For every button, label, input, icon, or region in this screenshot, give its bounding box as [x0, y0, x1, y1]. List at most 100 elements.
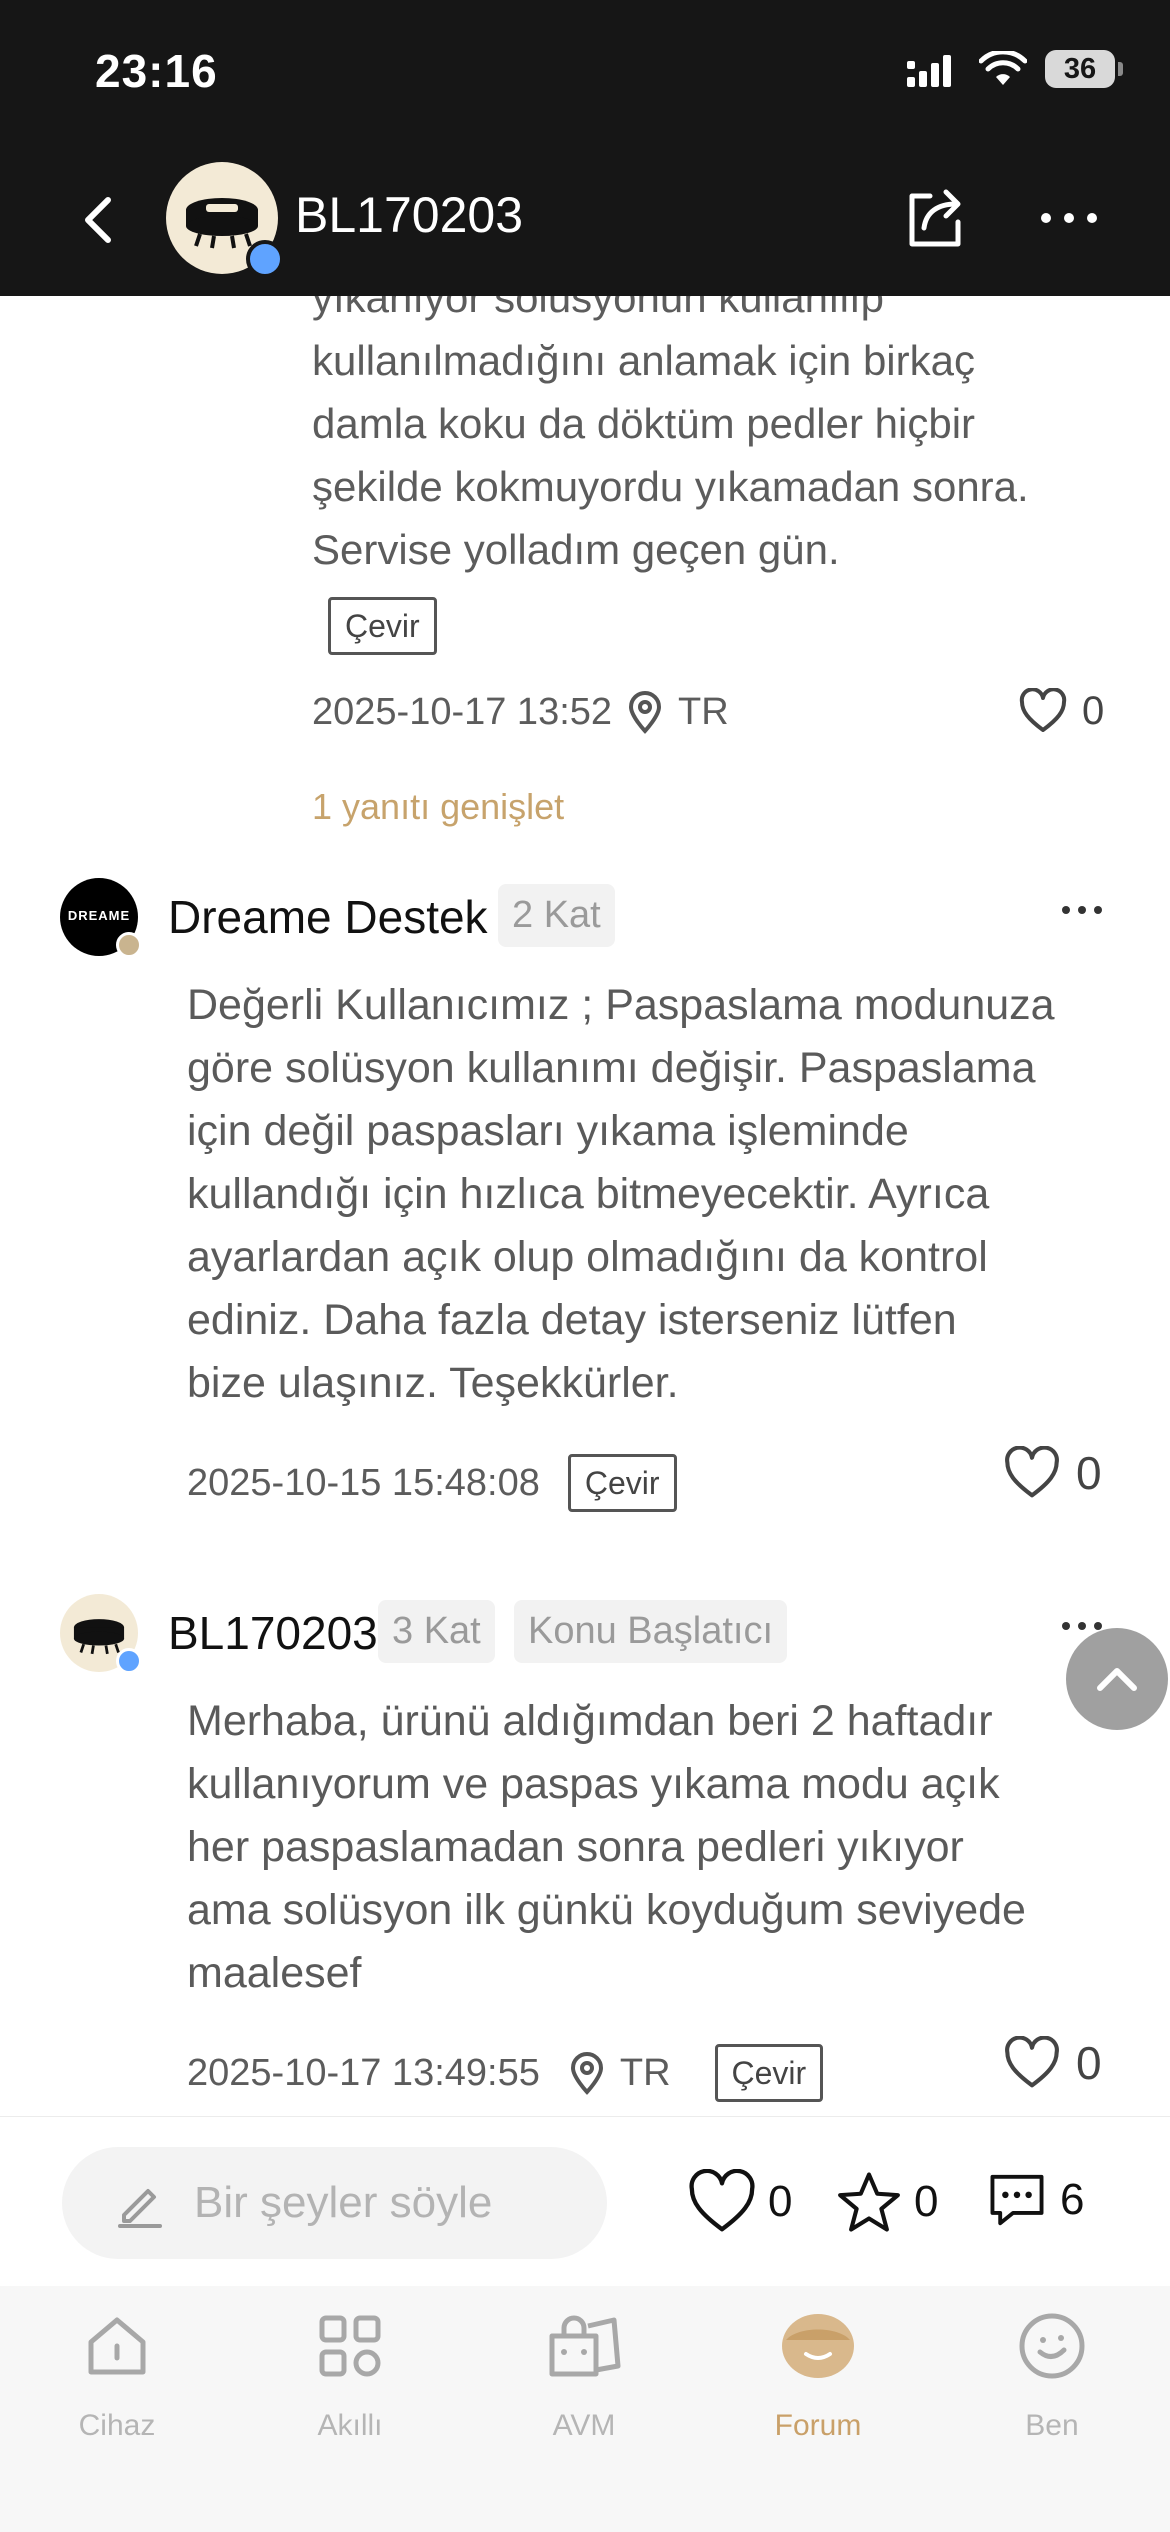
floor-tag: 2 Kat [498, 884, 615, 947]
tab-avm[interactable]: AVM [504, 2306, 664, 2443]
comment-line: bize ulaşınız. Teşekkürler. [187, 1359, 679, 1407]
battery-level: 36 [1063, 52, 1097, 85]
translate-button[interactable]: Çevir [328, 597, 437, 655]
comment-meta: 2025-10-15 15:48:08 Çevir [187, 1454, 677, 1512]
comment-line: maalesef [187, 1949, 362, 1997]
comment-line: Değerli Kullanıcımız ; Paspaslama modunu… [187, 981, 1055, 1029]
profile-smile-icon [1019, 2313, 1085, 2379]
comment-bubble-icon [990, 2174, 1044, 2226]
post-like-button[interactable]: 0 [686, 2169, 792, 2235]
cellular-signal-icon [907, 55, 951, 87]
heart-icon [689, 2169, 755, 2232]
comment-date: 2025-10-15 15:48:08 [187, 1461, 540, 1504]
grid-icon [319, 2315, 381, 2377]
comment-line: göre solüsyon kullanımı değişir. Paspasl… [187, 1044, 1036, 1092]
tab-label: AVM [552, 2409, 616, 2442]
comment-input[interactable]: Bir şeyler söyle [62, 2147, 607, 2259]
comment-input-placeholder: Bir şeyler söyle [194, 2178, 493, 2227]
comment-line: kullandığı için hızlıca bitmeyecektir. A… [187, 1170, 990, 1218]
comment-line: her paspaslamadan sonra pedleri yıkıyor [187, 1823, 964, 1871]
status-time: 23:16 [95, 45, 218, 97]
reply-like-count: 0 [1082, 688, 1105, 733]
verified-badge-icon [116, 1648, 142, 1674]
header-username[interactable]: BL170203 [295, 186, 523, 244]
chevron-left-icon [85, 197, 111, 243]
tab-forum[interactable]: Forum [738, 2306, 898, 2443]
verified-badge-icon [246, 240, 284, 278]
reply-line: yıkanıyor solüsyonun kullanılıp [312, 296, 884, 321]
comment-location: TR [619, 2051, 671, 2094]
reply-text: yıkanıyor solüsyonun kullanılıp kullanıl… [312, 296, 1122, 655]
pencil-icon [118, 2189, 162, 2228]
comment-line: ama solüsyon ilk günkü koyduğum seviyede [187, 1886, 1026, 1934]
reply-line: kullanılmadığını anlamak için birkaç [312, 337, 975, 384]
comment-like-button[interactable]: 0 [1002, 2036, 1102, 2090]
reply-location: TR [678, 690, 729, 733]
bottom-tab-bar: Cihaz Akıllı AVM Forum Ben [0, 2286, 1170, 2532]
battery-indicator: 36 [1045, 50, 1123, 88]
chevron-up-icon [1097, 1668, 1137, 1691]
share-icon [909, 189, 961, 247]
thread-content[interactable]: yıkanıyor solüsyonun kullanılıp kullanıl… [0, 296, 1170, 2116]
scroll-to-top-button[interactable] [1066, 1628, 1168, 1730]
more-options-button[interactable] [1038, 198, 1100, 238]
header-avatar[interactable] [166, 162, 284, 278]
nav-bar: BL170203 [0, 160, 1170, 280]
tab-label: Cihaz [78, 2409, 156, 2442]
shopping-bag-icon [549, 2315, 621, 2377]
comment-text: Merhaba, ürünü aldığımdan beri 2 haftadı… [187, 1690, 1117, 2005]
user-avatar[interactable] [60, 1594, 142, 1674]
star-icon [838, 2172, 900, 2232]
tab-cihaz[interactable]: Cihaz [37, 2306, 197, 2443]
reply-meta: 2025-10-17 13:52 TR [312, 690, 729, 734]
share-button[interactable] [900, 182, 970, 252]
home-icon [88, 2317, 146, 2375]
heart-icon [1005, 2036, 1059, 2088]
floor-tag: 3 Kat [378, 1600, 495, 1663]
comment-like-button[interactable]: 0 [1002, 1446, 1102, 1500]
translate-button[interactable]: Çevir [714, 2044, 824, 2102]
reply-line: Servise yolladım geçen gün. [312, 526, 840, 573]
official-badge-icon [116, 932, 142, 958]
comment-line: ayarlardan açık olup olmadığını da kontr… [187, 1233, 988, 1281]
comment-date: 2025-10-17 13:49:55 [187, 2051, 540, 2094]
comment-like-count: 0 [1076, 1447, 1102, 1499]
reply-line: şekilde kokmuyordu yıkamadan sonra. [312, 463, 1029, 510]
back-button[interactable] [70, 190, 130, 250]
post-favorite-count: 0 [914, 2177, 939, 2226]
reply-line: damla koku da döktüm pedler hiçbir [312, 400, 976, 447]
comment-line: kullanıyorum ve paspas yıkama modu açık [187, 1760, 1000, 1808]
location-pin-icon [629, 691, 662, 734]
reply-date: 2025-10-17 13:52 [312, 690, 613, 733]
heart-icon [1019, 688, 1067, 732]
reply-like-button[interactable]: 0 [1018, 688, 1104, 734]
tab-label: Forum [774, 2409, 862, 2442]
avatar-logo-text: DREAME [67, 908, 131, 923]
comment-line: ediniz. Daha fazla detay isterseniz lütf… [187, 1296, 957, 1344]
heart-icon [1005, 1446, 1059, 1498]
post-comment-count: 6 [1060, 2175, 1085, 2224]
wifi-icon [979, 51, 1027, 85]
post-like-count: 0 [768, 2177, 793, 2226]
translate-button[interactable]: Çevir [567, 1454, 677, 1512]
thread-starter-tag: Konu Başlatıcı [514, 1600, 788, 1663]
post-favorite-button[interactable]: 0 [834, 2169, 938, 2235]
tab-ben[interactable]: Ben [972, 2306, 1132, 2443]
comment-meta: 2025-10-17 13:49:55 TR Çevir [187, 2044, 824, 2102]
ellipsis-icon [1041, 213, 1097, 223]
post-comments-button[interactable]: 6 [984, 2169, 1084, 2231]
comment-more-button[interactable] [1060, 900, 1104, 920]
dreame-avatar[interactable]: DREAME [60, 878, 142, 958]
top-bar: 23:16 36 BL170203 [0, 0, 1170, 296]
comment-input-bar: Bir şeyler söyle 0 0 6 [0, 2116, 1170, 2286]
comment-like-count: 0 [1076, 2037, 1102, 2089]
status-icons: 36 [907, 50, 1123, 88]
tab-label: Akıllı [317, 2409, 383, 2442]
expand-replies-link[interactable]: 1 yanıtı genişlet [312, 786, 564, 828]
forum-icon [782, 2314, 854, 2378]
comment-text: Değerli Kullanıcımız ; Paspaslama modunu… [187, 974, 1117, 1415]
comment-line: Merhaba, ürünü aldığımdan beri 2 haftadı… [187, 1697, 993, 1745]
comment-author[interactable]: BL170203 [168, 1606, 378, 1660]
comment-author[interactable]: Dreame Destek [168, 890, 488, 944]
tab-akilli[interactable]: Akıllı [270, 2306, 430, 2443]
